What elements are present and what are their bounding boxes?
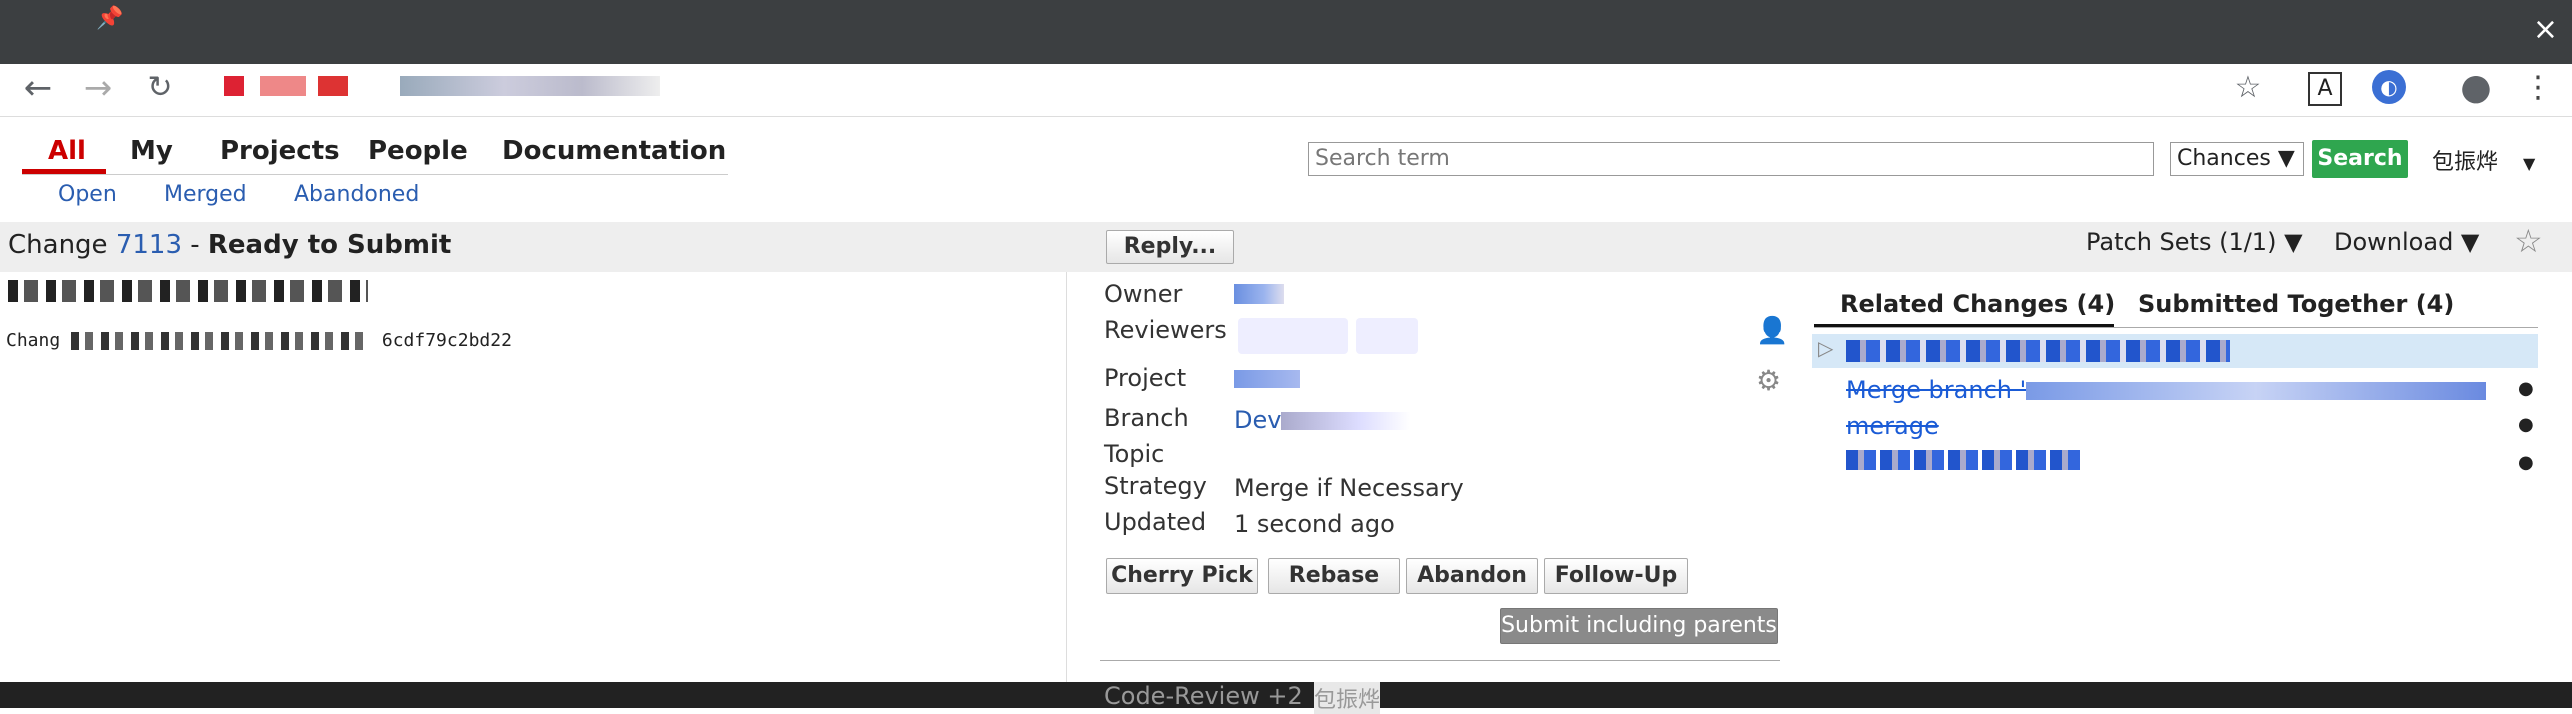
back-icon[interactable]: ← bbox=[18, 68, 58, 108]
project-label: Project bbox=[1104, 364, 1187, 392]
close-icon[interactable]: × bbox=[2533, 14, 2558, 46]
branch-value[interactable]: Dev bbox=[1234, 406, 1412, 434]
reviewers-label: Reviewers bbox=[1104, 316, 1227, 344]
related-item-2[interactable]: merage bbox=[1846, 412, 1939, 440]
column-divider bbox=[1066, 272, 1067, 682]
related-item-2-dot: ● bbox=[2518, 414, 2534, 435]
gear-icon[interactable]: ⚙ bbox=[1756, 364, 1781, 397]
url-blur-4 bbox=[400, 76, 660, 96]
pin-icon: 📌 bbox=[96, 6, 124, 31]
tab-submitted-together[interactable]: Submitted Together (4) bbox=[2138, 290, 2454, 318]
topic-label: Topic bbox=[1104, 440, 1165, 468]
change-title-separator: - bbox=[181, 230, 208, 260]
url-blur-2 bbox=[260, 76, 306, 96]
add-reviewer-icon[interactable]: 👤 bbox=[1756, 316, 1788, 346]
url-blur-3 bbox=[318, 76, 348, 96]
submenu-merged[interactable]: Merged bbox=[164, 182, 247, 207]
rebase-button[interactable]: Rebase bbox=[1268, 558, 1400, 594]
owner-value-blurred[interactable] bbox=[1234, 284, 1284, 304]
search-scope-select[interactable]: Chances ▼ bbox=[2170, 142, 2304, 176]
search-input[interactable]: Search term bbox=[1308, 142, 2154, 176]
owner-label: Owner bbox=[1104, 280, 1183, 308]
follow-up-button[interactable]: Follow-Up bbox=[1544, 558, 1688, 594]
reviewer-chip-1[interactable] bbox=[1238, 318, 1348, 354]
strategy-value: Merge if Necessary bbox=[1234, 474, 1464, 502]
menu-all[interactable]: All bbox=[48, 136, 86, 166]
branch-blur bbox=[1281, 412, 1412, 430]
search-scope-value: Chances bbox=[2177, 146, 2271, 171]
extension-icon[interactable]: ◐ bbox=[2372, 70, 2406, 104]
change-id-prefix: Chang bbox=[6, 330, 61, 351]
menu-my[interactable]: My bbox=[130, 136, 173, 166]
menu-divider bbox=[22, 174, 728, 175]
change-title: Change 7113 - Ready to Submit bbox=[8, 230, 451, 260]
url-blur-1 bbox=[224, 76, 244, 96]
profile-icon[interactable]: ● bbox=[2456, 68, 2496, 108]
chevron-down-icon: ▼ bbox=[2523, 154, 2536, 173]
user-name: 包振烨 bbox=[2432, 150, 2499, 175]
related-item-3-dot: ● bbox=[2518, 452, 2534, 473]
submenu-open[interactable]: Open bbox=[58, 182, 117, 207]
project-value-blurred[interactable] bbox=[1234, 370, 1300, 388]
submenu-abandoned[interactable]: Abandoned bbox=[294, 182, 419, 207]
change-id-tail: c2bd22 bbox=[446, 330, 512, 351]
abandon-button[interactable]: Abandon bbox=[1406, 558, 1538, 594]
search-button[interactable]: Search bbox=[2312, 140, 2408, 178]
related-item-1-blur bbox=[2026, 382, 2487, 400]
change-status: Ready to Submit bbox=[207, 230, 452, 260]
forward-icon[interactable]: → bbox=[78, 68, 118, 108]
related-item-3-blurred[interactable] bbox=[1846, 450, 2082, 470]
tab-related-changes[interactable]: Related Changes (4) bbox=[1840, 290, 2115, 318]
updated-label: Updated bbox=[1104, 508, 1207, 536]
submit-including-parents-button[interactable]: Submit including parents bbox=[1500, 608, 1778, 644]
download-dropdown[interactable]: Download ▼ bbox=[2334, 228, 2479, 256]
branch-value-text: Dev bbox=[1234, 406, 1282, 434]
current-arrow-icon: ▷ bbox=[1818, 336, 1834, 360]
updated-value: 1 second ago bbox=[1234, 510, 1395, 538]
related-item-1[interactable]: Merge branch ' bbox=[1846, 376, 2500, 404]
reviewer-chip-2[interactable] bbox=[1356, 318, 1418, 354]
change-label: Change bbox=[8, 230, 108, 260]
user-menu[interactable]: 包振烨 ▼ bbox=[2432, 144, 2535, 176]
related-item-1-dot: ● bbox=[2518, 378, 2534, 399]
branch-label: Branch bbox=[1104, 404, 1189, 432]
menu-people[interactable]: People bbox=[368, 136, 468, 166]
menu-documentation[interactable]: Documentation bbox=[502, 136, 726, 166]
menu-projects[interactable]: Projects bbox=[220, 136, 340, 166]
star-change-icon[interactable]: ☆ bbox=[2514, 222, 2543, 260]
window-titlebar: 📌 × bbox=[0, 0, 2572, 64]
change-number-link[interactable]: 7113 bbox=[116, 230, 182, 260]
reply-button[interactable]: Reply... bbox=[1106, 230, 1234, 264]
star-icon[interactable]: ☆ bbox=[2228, 68, 2268, 108]
code-review-label: Code-Review +2 bbox=[1104, 682, 1303, 710]
tabs-divider bbox=[1814, 327, 2538, 328]
cherry-pick-button[interactable]: Cherry Pick bbox=[1106, 558, 1258, 594]
related-item-1-text: Merge branch ' bbox=[1846, 376, 2027, 404]
code-review-reviewer: 包振烨 bbox=[1314, 682, 1381, 714]
commit-subject-blurred bbox=[8, 280, 368, 302]
change-id-suffix: 6cdf79 bbox=[381, 330, 447, 351]
patch-sets-dropdown[interactable]: Patch Sets (1/1) ▼ bbox=[2086, 228, 2303, 256]
reload-icon[interactable]: ↻ bbox=[140, 68, 180, 108]
actions-divider bbox=[1100, 660, 1780, 661]
strategy-label: Strategy bbox=[1104, 472, 1207, 500]
change-id-line: Chang 6cdf79c2bd22 bbox=[6, 330, 512, 351]
change-id-blur bbox=[71, 332, 372, 350]
menu-kebab-icon[interactable]: ⋮ bbox=[2518, 68, 2558, 108]
translate-icon[interactable]: A bbox=[2308, 72, 2342, 106]
related-item-current-blurred bbox=[1846, 340, 2230, 362]
